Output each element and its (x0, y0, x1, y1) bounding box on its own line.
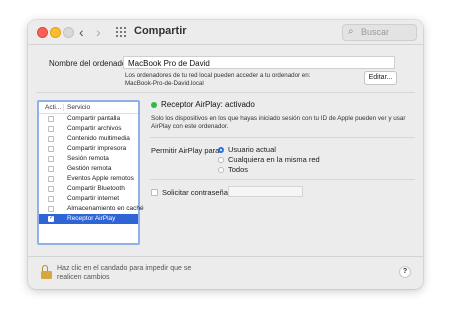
service-name: Contenido multimedia (67, 135, 130, 142)
column-divider (63, 104, 64, 111)
sharing-window: ‹ › Compartir ⌕ Buscar Nombre del ordena… (28, 20, 423, 289)
require-password-label[interactable]: Solicitar contraseña (162, 188, 228, 197)
service-row[interactable]: Almacenamiento en caché (39, 204, 144, 214)
service-row[interactable]: Contenido multimedia (39, 134, 138, 144)
radio-label-everyone[interactable]: Todos (228, 165, 248, 174)
footer-divider (28, 256, 423, 257)
service-checkbox[interactable] (48, 115, 54, 122)
service-name: Sesión remota (67, 155, 109, 162)
computer-name-input[interactable]: MacBook Pro de David (123, 56, 395, 69)
services-list[interactable]: Acti... Servicio Compartir pantalla Compa… (37, 100, 144, 245)
service-checkbox[interactable] (48, 125, 54, 132)
service-checkbox[interactable] (48, 155, 54, 162)
service-row[interactable]: Compartir Bluetooth (39, 184, 138, 194)
service-row[interactable]: Compartir impresora (39, 144, 138, 154)
service-checkbox[interactable] (48, 195, 54, 202)
service-name: Compartir impresora (67, 145, 127, 152)
search-field[interactable]: ⌕ Buscar (342, 24, 417, 41)
service-name: Receptor AirPlay (67, 215, 116, 222)
service-checkbox[interactable] (48, 205, 54, 212)
description-line-2: MacBook-Pro-de-David.local (125, 80, 204, 87)
service-row[interactable]: Receptor AirPlay (39, 214, 138, 224)
allow-airplay-label: Permitir AirPlay para: (151, 146, 222, 155)
service-row[interactable]: Gestión remota (39, 164, 138, 174)
service-name: Compartir internet (67, 195, 120, 202)
service-status: Receptor AirPlay: activado (161, 100, 255, 109)
service-description: Solo los dispositivos en los que hayas i… (151, 115, 406, 130)
service-checkbox[interactable] (48, 135, 54, 142)
service-name: Eventos Apple remotos (67, 175, 134, 182)
service-row[interactable]: Compartir internet (39, 194, 138, 204)
radio-label-current-user[interactable]: Usuario actual (228, 145, 276, 154)
service-row[interactable]: Compartir pantalla (39, 114, 138, 124)
search-placeholder: Buscar (361, 27, 390, 37)
column-header-on[interactable]: Acti... (45, 102, 61, 113)
password-field (228, 186, 303, 197)
radio-everyone[interactable] (218, 167, 224, 173)
show-all-grid-icon[interactable] (116, 27, 126, 37)
service-name: Compartir archivos (67, 125, 122, 132)
services-list-header: Acti... Servicio (39, 102, 138, 114)
service-checkbox[interactable] (48, 165, 54, 172)
back-arrow-icon[interactable]: ‹ (79, 23, 84, 41)
forward-arrow-icon[interactable]: › (96, 23, 101, 41)
edit-button[interactable]: Editar... (364, 71, 397, 85)
service-name: Compartir pantalla (67, 115, 121, 122)
divider (150, 137, 415, 138)
zoom-window-button[interactable] (63, 27, 74, 38)
description-line-1: Los ordenadores de tu red local pueden a… (125, 72, 311, 79)
divider (36, 92, 415, 93)
service-name: Almacenamiento en caché (67, 205, 144, 212)
lock-hint: Haz clic en el candado para impedir que … (57, 265, 192, 281)
status-indicator (151, 102, 157, 108)
minimize-window-button[interactable] (50, 27, 61, 38)
radio-label-same-network[interactable]: Cualquiera en la misma red (228, 155, 320, 164)
help-button[interactable]: ? (399, 266, 411, 278)
search-icon: ⌕ (348, 26, 354, 37)
close-window-button[interactable] (37, 27, 48, 38)
title-bar: ‹ › Compartir ⌕ Buscar (28, 20, 423, 45)
service-name: Gestión remota (67, 165, 112, 172)
divider (150, 179, 415, 180)
service-checkbox[interactable] (48, 214, 54, 223)
service-name: Compartir Bluetooth (67, 185, 125, 192)
service-checkbox[interactable] (48, 185, 54, 192)
service-row[interactable]: Sesión remota (39, 154, 138, 164)
column-header-service[interactable]: Servicio (67, 102, 90, 113)
service-checkbox[interactable] (48, 145, 54, 152)
lock-icon[interactable] (41, 265, 52, 279)
radio-current-user[interactable] (218, 147, 224, 153)
computer-name-description: Los ordenadores de tu red local pueden a… (125, 72, 355, 88)
require-password-checkbox[interactable] (151, 189, 158, 196)
window-title: Compartir (134, 25, 187, 37)
radio-same-network[interactable] (218, 157, 224, 163)
service-row[interactable]: Compartir archivos (39, 124, 138, 134)
service-checkbox[interactable] (48, 175, 54, 182)
computer-name-label: Nombre del ordenador: (49, 59, 132, 68)
service-row[interactable]: Eventos Apple remotos (39, 174, 138, 184)
